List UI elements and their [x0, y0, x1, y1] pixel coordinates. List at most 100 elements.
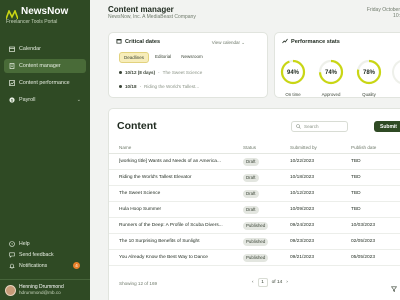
divider [0, 279, 90, 280]
user-email: hdrummond@mb.co [19, 290, 61, 295]
sidebar-item-label: Content performance [19, 80, 70, 86]
cell-publish-date: TBD [351, 207, 361, 212]
svg-text:?: ? [11, 242, 13, 246]
table-row[interactable]: The Sweet Science Draft 10/12/2023 TBD [109, 186, 400, 202]
current-date: Friday October 10: [350, 7, 400, 19]
sidebar-footer: ? Help Send feedback Notifications 4 [4, 238, 86, 271]
critical-dates-title: Critical dates [125, 39, 161, 45]
cell-publish-date: TBD [351, 191, 361, 196]
help-link[interactable]: ? Help [4, 238, 86, 249]
critical-dates-card: Critical dates View calendar ⌄ Deadlines… [108, 32, 268, 98]
send-feedback-link[interactable]: Send feedback [4, 249, 86, 260]
gauge-ring: 74% [318, 59, 344, 85]
gauge-quality: 78% Quality [356, 59, 382, 97]
pagination-summary: Showing 12 of 169 [119, 281, 158, 286]
deadline-row[interactable]: 10/12 (8 days) · The Sweet Science [119, 70, 202, 75]
table-row[interactable]: Riding the World's Tallest Elevator Draf… [109, 170, 400, 186]
newsnow-logo-icon [5, 7, 19, 19]
help-label: Help [19, 240, 30, 247]
notifications-link[interactable]: Notifications 4 [4, 260, 86, 271]
sidebar-nav: Calendar Content manager Content perform… [4, 42, 86, 110]
cell-submitted: 10/09/2023 [290, 207, 315, 212]
deadline-title: The Sweet Science [162, 70, 203, 75]
status-badge: Published [243, 237, 269, 246]
tab-editorial[interactable]: Editorial [151, 52, 175, 63]
submit-button[interactable]: Submit [374, 121, 400, 132]
deadline-date: 10/12 (8 days) [125, 70, 156, 75]
send-feedback-label: Send feedback [19, 251, 54, 258]
chevron-right-icon[interactable]: › [286, 280, 288, 285]
table-row[interactable]: Hula Hoop Summer Draft 10/09/2023 TBD [109, 202, 400, 218]
sidebar-item-label: Payroll [19, 97, 36, 103]
search-input[interactable]: Search [291, 121, 348, 132]
table-row[interactable]: Runners of the Deep: A Profile of Scuba … [109, 218, 400, 234]
tab-deadlines[interactable]: Deadlines [119, 52, 150, 63]
filter-icon[interactable] [390, 279, 398, 297]
performance-stats-title: Performance stats [291, 39, 340, 45]
table-row[interactable]: The 10 Surprising Benefits of Sunlight P… [109, 234, 400, 250]
sidebar-item-label: Content manager [19, 63, 61, 69]
cell-publish-date: 02/05/2023 [351, 239, 376, 244]
sidebar-item-content-manager[interactable]: Content manager [4, 59, 86, 73]
page-number-input[interactable]: 1 [257, 278, 268, 287]
cell-submitted: 10/22/2023 [290, 159, 315, 164]
brand-subtitle: Freelancer Tools Portal [6, 19, 58, 25]
page-total: of 14 [271, 280, 283, 285]
tab-newsroom[interactable]: Newsroom [177, 52, 207, 63]
sidebar: NewsNow Freelancer Tools Portal Calendar… [0, 0, 90, 300]
search-placeholder: Search [304, 124, 319, 129]
cell-name: [working title] Wants and Needs of an Am… [119, 159, 221, 164]
table-row[interactable]: You Already Know the Best Way to Dance P… [109, 250, 400, 266]
status-badge: Published [243, 221, 269, 230]
bullet-icon [119, 85, 122, 88]
notification-count-badge: 4 [73, 262, 80, 269]
status-badge: Draft [243, 189, 259, 198]
chevron-down-icon: ⌄ [76, 97, 81, 103]
chevron-left-icon[interactable]: ‹ [252, 280, 254, 285]
view-calendar-label: View calendar [211, 40, 240, 45]
gauge-value: 78% [363, 70, 376, 76]
performance-stats-card: Performance stats 94% On time 74% Approv… [274, 32, 400, 98]
cell-submitted: 10/12/2023 [290, 191, 315, 196]
bullet-icon [119, 71, 122, 74]
feedback-icon [9, 252, 15, 258]
user-profile[interactable]: Henning Drummond hdrummond@mb.co [5, 284, 64, 296]
column-header-submitted[interactable]: Submitted by [290, 145, 317, 150]
avatar [5, 284, 16, 296]
critical-dates-header: Critical dates [116, 38, 160, 46]
cell-submitted: 09/23/2023 [290, 239, 315, 244]
help-icon: ? [9, 240, 15, 247]
cell-name: Runners of the Deep: A Profile of Scuba … [119, 223, 223, 228]
status-badge: Published [243, 253, 269, 262]
gauge-value: 94% [287, 70, 300, 76]
cell-submitted: 10/18/2023 [290, 175, 315, 180]
table-row[interactable]: [working title] Wants and Needs of an Am… [109, 154, 400, 170]
cell-publish-date: TBD [351, 159, 361, 164]
separator: · [139, 84, 142, 89]
page-subtitle: NewsNow, Inc. A MediaBeast Company [108, 14, 196, 20]
column-header-status[interactable]: Status [243, 145, 256, 150]
cell-publish-date: 05/05/2023 [351, 255, 376, 260]
sidebar-item-content-performance[interactable]: Content performance [4, 76, 86, 90]
performance-stats-header: Performance stats [282, 38, 340, 46]
gauge-label: On time [285, 92, 301, 97]
chevron-down-icon: ⌄ [241, 40, 245, 45]
dollar-icon: $ [9, 97, 15, 103]
critical-dates-tabs: Deadlines Editorial Newsroom [119, 52, 207, 63]
content-card: Content Search Submit Name Status Submit… [108, 108, 400, 300]
gauge-ring: 94% [280, 59, 306, 85]
deadline-row[interactable]: 10/18 · Riding the World's Tallest... [119, 84, 199, 89]
brand[interactable]: NewsNow [5, 6, 68, 19]
trend-icon [282, 38, 288, 46]
gauge-ring: 78% [356, 59, 382, 85]
view-calendar-link[interactable]: View calendar ⌄ [212, 40, 245, 46]
calendar-icon [116, 38, 122, 46]
deadline-date: 10/18 [125, 84, 137, 89]
cell-publish-date: 10/03/2023 [351, 223, 376, 228]
column-header-publish-date[interactable]: Publish date [351, 145, 376, 150]
column-header-name[interactable]: Name [119, 145, 131, 150]
bell-icon [9, 263, 15, 269]
sidebar-item-payroll[interactable]: $ Payroll ⌄ [4, 93, 86, 107]
sidebar-item-calendar[interactable]: Calendar [4, 42, 86, 56]
status-badge: Draft [243, 173, 259, 182]
